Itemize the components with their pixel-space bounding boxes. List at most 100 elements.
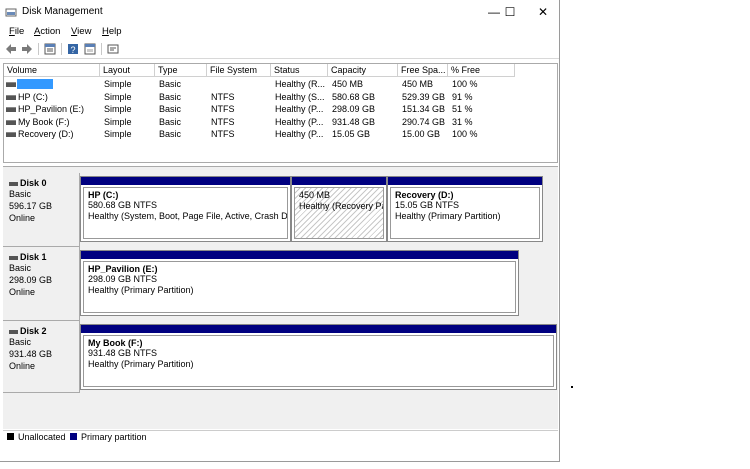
volume-row[interactable]: Recovery (D:) Simple Basic NTFS Healthy … <box>4 128 557 140</box>
volume-row[interactable]: Simple Basic Healthy (R... 450 MB 450 MB… <box>4 78 557 90</box>
menu-help[interactable]: Help <box>102 26 122 37</box>
window-title: Disk Management <box>22 6 103 17</box>
back-arrow-icon[interactable] <box>5 43 17 55</box>
volume-layout: Simple <box>104 79 132 89</box>
volume-row[interactable]: My Book (F:) Simple Basic NTFS Healthy (… <box>4 116 557 128</box>
volume-status: Healthy (P... <box>275 116 324 127</box>
disk-name: Disk 0 <box>20 178 47 188</box>
volume-name: HP_Pavilion (E:) <box>18 104 85 114</box>
volume-free-space: 529.39 GB <box>402 91 446 102</box>
disk-1-label[interactable]: Disk 1 Basic 298.09 GB Online <box>3 247 80 321</box>
volume-file-system: NTFS <box>211 129 235 139</box>
volume-free-space: 15.00 GB <box>402 129 441 139</box>
primary-partition-bar <box>81 251 518 259</box>
partition-size: 298.09 GB NTFS <box>88 274 158 284</box>
menu-view[interactable]: View <box>71 26 91 37</box>
toolbar-separator <box>101 43 102 55</box>
column-file-system[interactable]: File System <box>207 64 271 77</box>
disk-icon <box>9 255 18 260</box>
stray-dot <box>571 386 573 388</box>
disk-0-label[interactable]: Disk 0 Basic 596.17 GB Online <box>3 173 80 247</box>
partition-hp-pavilion-e[interactable]: HP_Pavilion (E:) 298.09 GB NTFS Healthy … <box>80 250 519 316</box>
volume-file-system: NTFS <box>211 91 235 102</box>
column-layout[interactable]: Layout <box>100 64 155 77</box>
maximize-button[interactable]: ☐ <box>494 0 526 24</box>
console-icon[interactable] <box>107 43 119 55</box>
forward-arrow-icon[interactable] <box>21 43 33 55</box>
volume-type: Basic <box>159 79 182 89</box>
primary-partition-bar <box>81 325 556 333</box>
show-hide-icon[interactable] <box>84 43 96 55</box>
menu-action[interactable]: Action <box>34 26 60 37</box>
partition-status: Healthy (Primary Partition) <box>395 211 501 221</box>
partition-name: My Book (F:) <box>88 338 143 348</box>
partition-status: Healthy (Recovery Par <box>299 201 384 211</box>
menu-label: iew <box>77 26 92 37</box>
volume-icon <box>6 107 16 112</box>
partition-size: 450 MB <box>299 190 331 200</box>
volume-percent-free: 100 % <box>452 79 478 89</box>
menu-file[interactable]: File <box>9 26 24 37</box>
column-free-space[interactable]: Free Spa... <box>398 64 448 77</box>
volume-layout: Simple <box>104 104 132 114</box>
column-percent-free[interactable]: % Free <box>448 64 515 77</box>
volume-icon <box>6 82 16 87</box>
disk-icon <box>9 329 18 334</box>
volume-status: Healthy (P... <box>275 104 324 114</box>
disk-size: 298.09 GB <box>9 275 53 285</box>
disk-size: 931.48 GB <box>9 349 53 359</box>
column-status[interactable]: Status <box>271 64 328 77</box>
volume-name: Recovery (D:) <box>18 129 74 139</box>
disk-graphical-view[interactable]: Disk 0 Basic 596.17 GB Online HP (C:) 58… <box>3 166 558 429</box>
volume-name: HP (C:) <box>18 91 48 102</box>
legend-unallocated-label: Unallocated <box>18 432 66 442</box>
volume-status: Healthy (P... <box>275 129 324 139</box>
disk-management-window: Disk Management — ☐ ✕ File Action View H… <box>0 0 560 462</box>
help-icon[interactable]: ? <box>67 43 79 55</box>
properties-icon[interactable] <box>44 43 56 55</box>
volume-name: My Book (F:) <box>18 116 70 127</box>
partition-body: Recovery (D:) 15.05 GB NTFS Healthy (Pri… <box>390 187 540 239</box>
partition-body: HP (C:) 580.68 GB NTFS Healthy (System, … <box>83 187 288 239</box>
title-bar[interactable]: Disk Management — ☐ ✕ <box>0 0 559 24</box>
disk-size: 596.17 GB <box>9 201 53 211</box>
disk-2-label[interactable]: Disk 2 Basic 931.48 GB Online <box>3 321 80 393</box>
partition-body: My Book (F:) 931.48 GB NTFS Healthy (Pri… <box>83 335 554 387</box>
partition-name: HP (C:) <box>88 190 119 200</box>
partition-name: HP_Pavilion (E:) <box>88 264 158 274</box>
volume-list[interactable]: Volume Layout Type File System Status Ca… <box>3 63 558 163</box>
close-button[interactable]: ✕ <box>527 0 559 24</box>
volume-status: Healthy (R... <box>275 79 326 89</box>
partition-hp-c[interactable]: HP (C:) 580.68 GB NTFS Healthy (System, … <box>80 176 291 242</box>
volume-type: Basic <box>159 129 182 139</box>
column-capacity[interactable]: Capacity <box>328 64 398 77</box>
partition-status: Healthy (Primary Partition) <box>88 285 194 295</box>
partition-size: 931.48 GB NTFS <box>88 348 158 358</box>
volume-row[interactable]: HP (C:) Simple Basic NTFS Healthy (S... … <box>4 91 557 103</box>
volume-file-system: NTFS <box>211 116 235 127</box>
legend: Unallocated Primary partition <box>3 430 558 443</box>
primary-partition-bar <box>292 177 386 185</box>
disk-management-app-icon <box>5 8 17 17</box>
primary-partition-bar <box>81 177 290 185</box>
partition-status: Healthy (Primary Partition) <box>88 359 194 369</box>
volume-layout: Simple <box>104 129 132 139</box>
volume-icon <box>6 119 16 125</box>
partition-recovery-d[interactable]: Recovery (D:) 15.05 GB NTFS Healthy (Pri… <box>387 176 543 242</box>
volume-icon <box>6 132 16 137</box>
column-volume[interactable]: Volume <box>4 64 100 77</box>
partition-my-book-f[interactable]: My Book (F:) 931.48 GB NTFS Healthy (Pri… <box>80 324 557 390</box>
volume-row[interactable]: HP_Pavilion (E:) Simple Basic NTFS Healt… <box>4 103 557 115</box>
column-type[interactable]: Type <box>155 64 207 77</box>
volume-capacity: 580.68 GB <box>332 91 376 102</box>
menu-label: ction <box>40 26 61 37</box>
legend-primary-swatch <box>70 433 77 440</box>
menu-bar: File Action View Help <box>0 24 559 38</box>
disk-state: Online <box>9 287 36 297</box>
volume-percent-free: 51 % <box>452 104 473 114</box>
partition-status: Healthy (System, Boot, Page File, Active… <box>88 211 288 221</box>
legend-primary-label: Primary partition <box>81 432 147 442</box>
partition-size: 580.68 GB NTFS <box>88 200 158 210</box>
partition-recovery-450mb[interactable]: 450 MB Healthy (Recovery Par <box>291 176 387 242</box>
volume-type: Basic <box>159 91 182 102</box>
